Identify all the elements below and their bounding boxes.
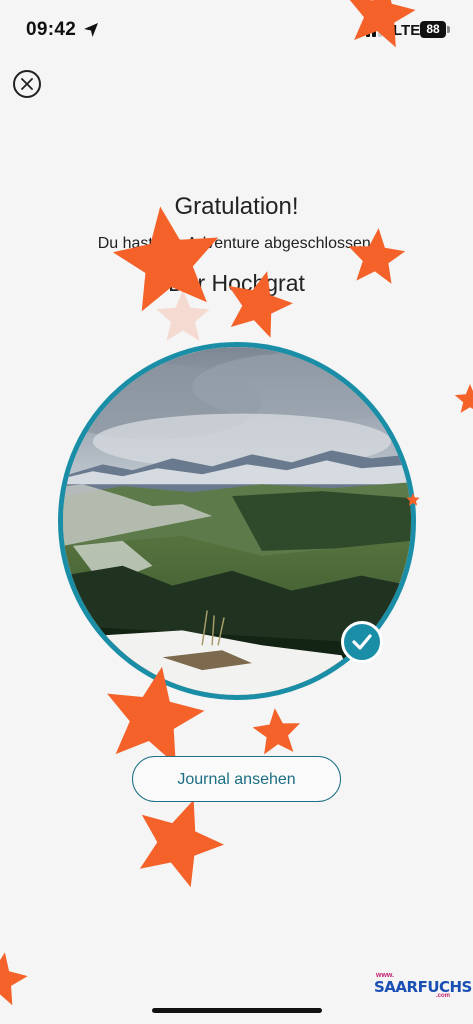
home-indicator [152, 1008, 322, 1013]
network-type: LTE [393, 22, 421, 39]
signal-strength-icon [366, 23, 388, 37]
location-arrow-icon [84, 23, 98, 37]
page-title: Gratulation! [174, 193, 299, 220]
status-bar: 09:42 LTE 88 [0, 0, 473, 60]
battery-tip [447, 26, 450, 33]
check-icon [352, 634, 372, 650]
close-icon [21, 78, 33, 90]
confetti-star [0, 952, 28, 1006]
confetti-star [454, 384, 473, 413]
status-time: 09:42 [26, 19, 77, 40]
close-button[interactable] [13, 70, 41, 98]
confetti-star [156, 290, 210, 341]
journal-button[interactable]: Journal ansehen [132, 756, 341, 802]
brand-logo: www. SAARFUCHS .com [374, 972, 472, 999]
battery-icon: 88 [420, 21, 446, 38]
adventure-name: Der Hochgrat [168, 270, 305, 296]
confetti-star [139, 799, 224, 888]
completed-check-badge [341, 621, 383, 663]
completion-message: Du hast das Adventure abgeschlossen. [97, 235, 376, 252]
confetti-star [252, 708, 300, 755]
